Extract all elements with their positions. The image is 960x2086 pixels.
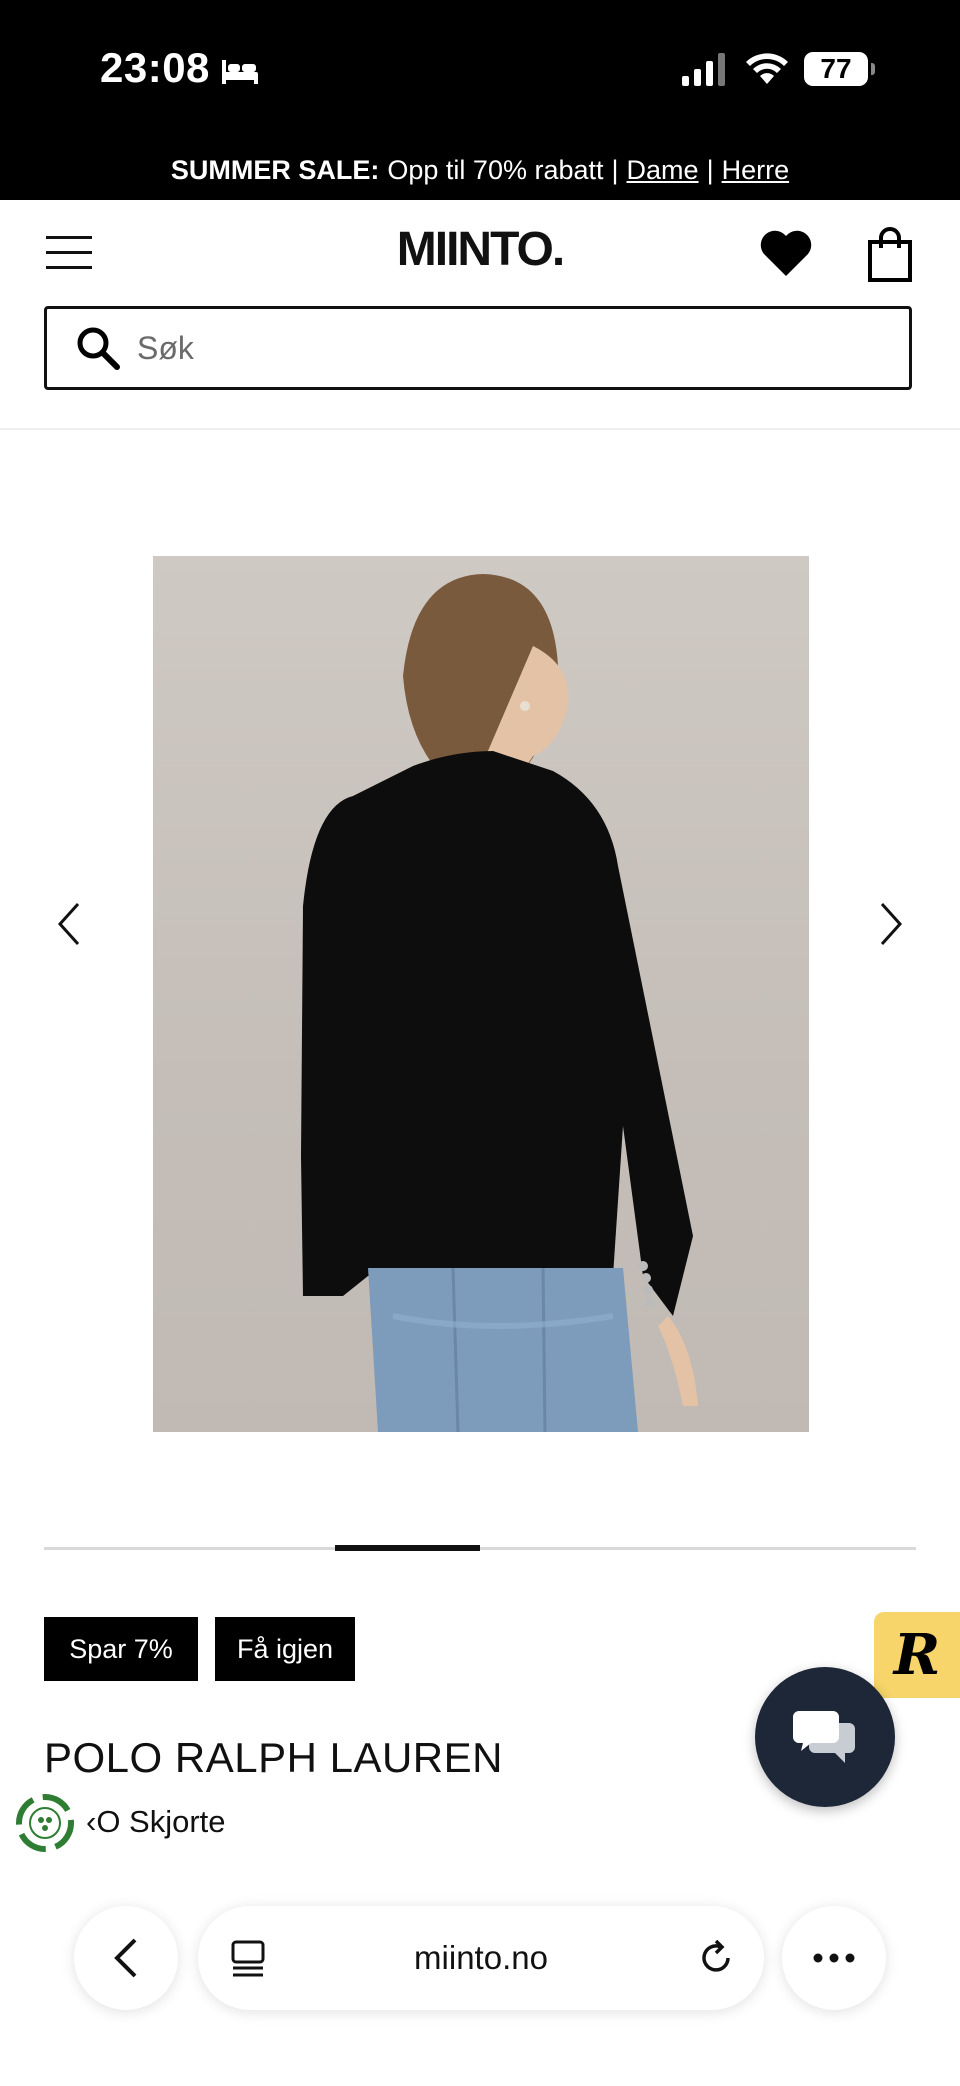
address-bar[interactable]: miinto.no: [198, 1906, 764, 2010]
tabs-icon[interactable]: [230, 1940, 266, 1978]
header-divider: [0, 428, 960, 430]
signal-icon: [682, 53, 725, 86]
reviews-widget[interactable]: R: [874, 1612, 960, 1698]
status-bar: 23:08 77: [0, 0, 960, 140]
recycle-icon[interactable]: [14, 1792, 76, 1854]
reviews-letter: R: [893, 1622, 941, 1688]
heart-icon[interactable]: [758, 228, 814, 278]
more-options-button[interactable]: [782, 1906, 886, 2010]
product-name: ‹O Skjorte: [86, 1804, 226, 1839]
more-icon: [813, 1953, 855, 1963]
chat-bubbles-icon: [793, 1711, 855, 1763]
promo-separator: |: [611, 154, 619, 185]
promo-banner: SUMMER SALE: Opp til 70% rabatt | Dame |…: [0, 140, 960, 200]
battery-level: 77: [820, 53, 852, 84]
shopping-bag-icon[interactable]: [866, 226, 914, 282]
chat-button[interactable]: [755, 1667, 895, 1807]
search-icon: [77, 327, 120, 370]
product-brand[interactable]: POLO RALPH LAUREN: [44, 1734, 503, 1782]
carousel-progress-active: [335, 1545, 480, 1551]
cashback-badge: Få igjen: [215, 1617, 355, 1681]
promo-link-women[interactable]: Dame: [627, 155, 699, 186]
chevron-left-icon: [114, 1938, 137, 1978]
search-input[interactable]: [135, 328, 839, 368]
carousel-progress-track: [44, 1547, 916, 1550]
promo-separator-2: |: [706, 154, 714, 185]
chevron-left-icon[interactable]: [52, 896, 88, 952]
reload-icon[interactable]: [696, 1938, 736, 1978]
promo-text: Opp til 70% rabatt: [387, 154, 604, 185]
chevron-right-icon[interactable]: [872, 896, 908, 952]
product-image[interactable]: [153, 556, 809, 1432]
status-time: 23:08: [100, 44, 210, 91]
logo[interactable]: MIINTO.: [380, 220, 580, 280]
wifi-icon: [746, 53, 788, 84]
sale-badge: Spar 7%: [44, 1617, 198, 1681]
product-photo: [301, 574, 698, 1432]
search-bar[interactable]: [44, 306, 912, 390]
url-text[interactable]: miinto.no: [414, 1939, 548, 1977]
browser-back-button[interactable]: [74, 1906, 178, 2010]
menu-icon[interactable]: [44, 232, 96, 272]
bed-icon: [222, 60, 258, 84]
battery-icon: 77: [804, 52, 875, 86]
promo-link-men[interactable]: Herre: [722, 155, 790, 186]
promo-label: SUMMER SALE:: [170, 154, 380, 185]
